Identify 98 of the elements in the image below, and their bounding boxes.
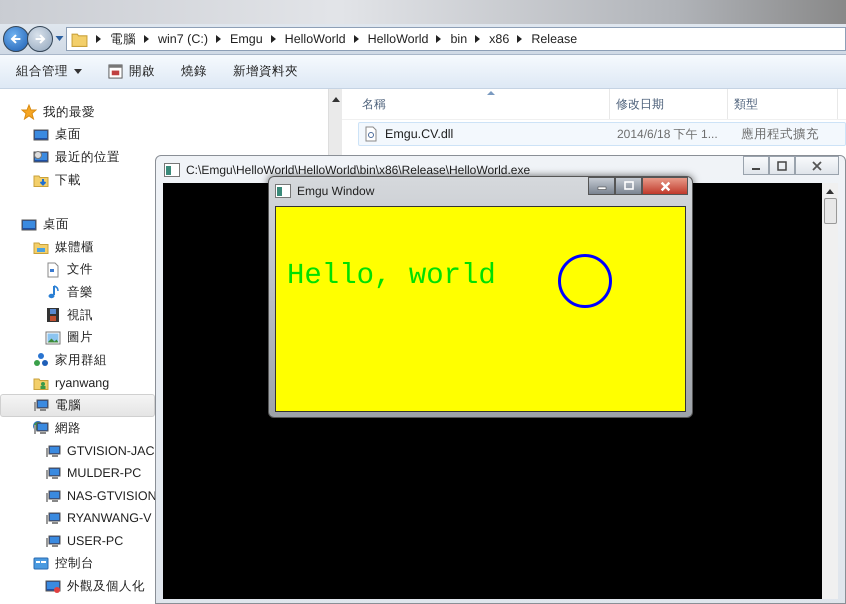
sort-arrow-icon [487,91,495,95]
canvas-text: Hello, world [287,259,496,292]
computer-icon [45,488,61,504]
nav-item[interactable]: 音樂 [0,281,94,304]
clock-monitor-icon [33,149,49,166]
nav-item[interactable]: 網路 [0,416,82,440]
scrollbar[interactable] [328,89,342,155]
toolbar-button[interactable]: 新增資料夾 [225,59,306,84]
breadcrumb-item[interactable]: 電腦 [110,30,136,48]
column-header[interactable]: 名稱 [342,89,610,119]
computer-icon [45,532,61,549]
chevron-icon[interactable] [144,35,150,43]
nav-item[interactable]: 視訊 [0,304,94,326]
nav-item[interactable]: USER-PC [0,530,124,552]
forward-button[interactable] [27,26,53,52]
control-panel-icon [33,556,49,572]
forward-arrow-icon [33,32,47,46]
film-icon [45,307,61,324]
nav-item[interactable]: ryanwang [0,372,110,394]
up-arrow-icon[interactable] [826,189,834,194]
monitor-icon [33,126,49,143]
chevron-icon[interactable] [436,35,442,43]
caret-icon [74,69,82,74]
column-header[interactable]: 修改日期 [610,89,728,119]
dropdown-icon[interactable] [55,36,64,42]
computer-icon [45,442,61,459]
nav-item[interactable]: 我的最愛 [0,101,96,124]
breadcrumb-item[interactable]: Release [531,32,578,46]
file-name: Emgu.CV.dll [385,127,454,141]
back-button[interactable] [3,26,29,52]
nav-item[interactable]: 桌面 [0,213,70,236]
chevron-icon[interactable] [354,35,360,43]
address-bar[interactable]: 電腦 win7 (C:) Emgu HelloWorld HelloWorld bin x86 Release [66,27,846,51]
nav-item[interactable]: 媒體櫃 [0,236,95,259]
toolbar-button[interactable]: 組合管理 [8,59,90,84]
dll-file-icon [363,126,379,142]
nav-item[interactable]: 桌面 [0,124,82,146]
chevron-icon[interactable] [216,35,222,43]
minimize-button[interactable] [743,156,769,175]
breadcrumb-item[interactable]: x86 [489,32,510,46]
nav-item[interactable]: RYANWANG-V [0,507,152,530]
chevron-icon[interactable] [270,35,277,43]
nav-item[interactable]: 文件 [0,258,94,282]
star-icon [21,104,37,120]
window-icon [108,64,123,79]
circle-drawing [557,253,613,309]
computer-icon [45,465,61,482]
breadcrumb-item[interactable]: Emgu [230,32,263,46]
back-arrow-icon [9,32,23,46]
monitor-icon [21,216,37,233]
file-date: 2014/6/18 下午 1... [616,126,719,142]
nav-item[interactable]: MULDER-PC [0,462,142,484]
picture-icon [45,330,61,346]
app-icon [275,184,291,198]
monitor-palette-icon [45,578,61,594]
nav-item[interactable]: GTVISION-JAC [0,439,155,462]
close-button[interactable] [795,156,839,175]
chevron-icon[interactable] [96,35,102,43]
document-icon [45,262,61,278]
close-icon [660,180,670,192]
maximize-icon [777,160,787,170]
scroll-thumb[interactable] [824,198,836,224]
maximize-icon [624,181,634,191]
computer-icon [33,397,49,414]
toolbar-button[interactable]: 開啟 [100,59,163,84]
nav-item[interactable]: NAS-GTVISION [0,484,155,508]
close-button[interactable] [642,177,688,195]
chevron-icon[interactable] [475,35,482,43]
minimize-button[interactable] [588,177,615,195]
up-arrow-icon[interactable] [332,97,340,102]
breadcrumb-item[interactable]: win7 (C:) [158,32,208,46]
file-type: 應用程式擴充 [740,126,820,142]
nav-item[interactable]: 電腦 [0,394,155,417]
close-icon [812,160,822,170]
column-header[interactable]: 類型 [728,89,838,119]
nav-item[interactable]: 外觀及個人化 [0,574,146,598]
maximize-button[interactable] [615,177,642,195]
nav-item[interactable]: 圖片 [0,326,94,349]
breadcrumb-item[interactable]: HelloWorld [284,32,346,46]
breadcrumb-item[interactable]: HelloWorld [368,32,428,46]
maximize-button[interactable] [769,156,795,175]
nav-item[interactable]: 下載 [0,168,82,192]
window-title: Emgu Window [297,184,374,198]
toolbar-button[interactable]: 燒錄 [173,59,215,84]
minimize-icon [752,168,760,170]
breadcrumb-item[interactable]: bin [450,32,468,46]
scrollbar[interactable] [822,183,838,599]
file-row[interactable]: Emgu.CV.dll 2014/6/18 下午 1... 應用程式擴充 [358,122,846,146]
chevron-icon[interactable] [517,35,524,43]
nav-item[interactable]: 控制台 [0,552,95,575]
nav-item[interactable]: 最近的位置 [0,146,121,169]
window-title: C:\Emgu\HelloWorld\HelloWorld\bin\x86\Release\HelloWorld.exe [186,162,530,176]
computer-icon [45,510,61,526]
globe-computer-icon [33,420,49,436]
app-icon [164,162,180,176]
folder-icon [71,30,88,48]
nav-item[interactable]: 家用群組 [0,348,108,372]
network-dots-icon [33,352,49,368]
